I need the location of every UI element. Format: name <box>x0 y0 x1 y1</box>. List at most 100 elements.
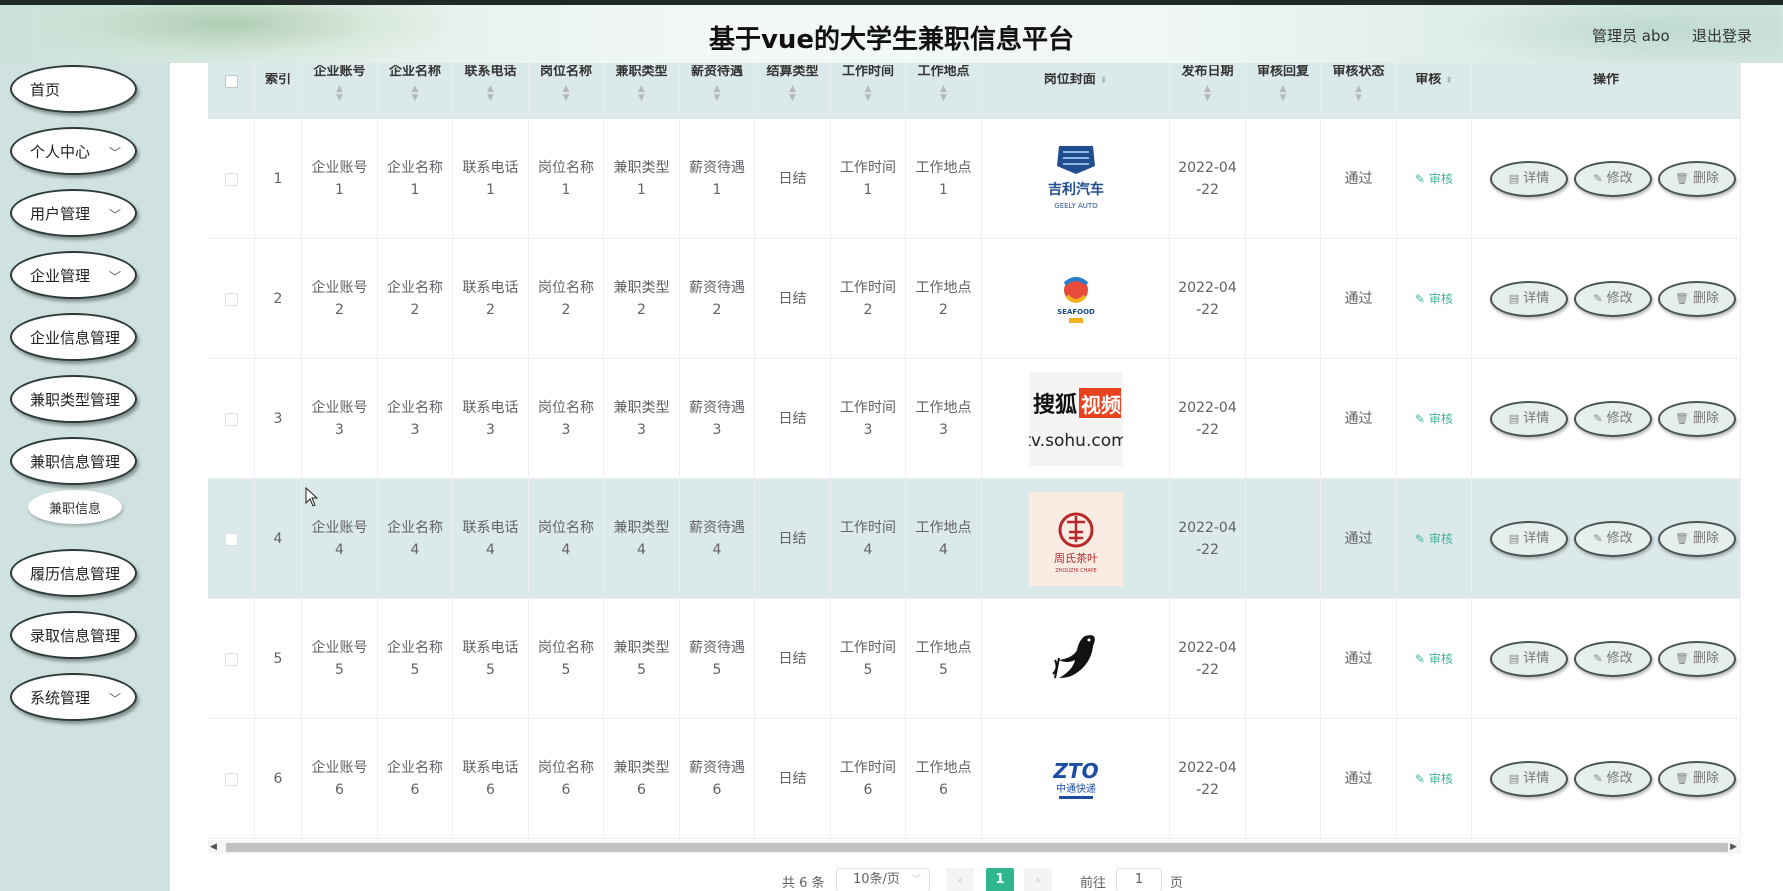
table-row[interactable]: 4 企业账号 4 企业名称 4 联系电话 4 岗位名称 4 兼职类型 4 薪资待遇 4 日结 工作时间 4 工作… <box>208 479 1741 599</box>
sort-icon[interactable]: ⬍ <box>1445 77 1453 86</box>
row-checkbox[interactable] <box>224 772 238 786</box>
detail-button[interactable]: ▤ 详情 <box>1490 761 1568 797</box>
edit-button[interactable]: ✎ 修改 <box>1574 161 1652 197</box>
audit-link[interactable]: ✎ 审核 <box>1415 768 1453 790</box>
column-header-type[interactable]: 兼职类型 ▲ ▼ <box>604 63 680 119</box>
column-header-phone[interactable]: 联系电话 ▲ ▼ <box>453 63 529 119</box>
delete-button[interactable]: 🗑 删除 <box>1658 521 1736 557</box>
sort-icon[interactable]: ▲ ▼ <box>755 85 830 103</box>
delete-button[interactable]: 🗑 删除 <box>1658 281 1736 317</box>
detail-button[interactable]: ▤ 详情 <box>1490 161 1568 197</box>
column-header-index[interactable]: 索引 <box>255 63 302 119</box>
cell-line: 5 <box>410 662 420 678</box>
table-row[interactable]: 6 企业账号 6 企业名称 6 联系电话 6 岗位名称 6 兼职类型 6 薪资待遇 6 日结 工作时间 6 工作… <box>208 719 1741 839</box>
audit-link[interactable]: ✎ 审核 <box>1415 528 1453 550</box>
cell-company: 企业名称 6 <box>378 719 453 839</box>
column-header-account[interactable]: 企业账号 ▲ ▼ <box>302 63 378 119</box>
sidebar-item-5[interactable]: 兼职类型管理 <box>10 375 137 423</box>
edit-button[interactable]: ✎ 修改 <box>1574 401 1652 437</box>
column-header-position[interactable]: 岗位名称 ▲ ▼ <box>529 63 604 119</box>
delete-button[interactable]: 🗑 删除 <box>1658 401 1736 437</box>
column-header-reply[interactable]: 审核回复 ▲ ▼ <box>1246 63 1321 119</box>
sort-icon[interactable]: ▲ ▼ <box>1170 85 1245 103</box>
cell-line: 5 <box>637 662 646 678</box>
sort-icon[interactable]: ▲ ▼ <box>302 85 377 103</box>
sort-icon[interactable]: ▲ ▼ <box>1321 85 1396 103</box>
row-checkbox[interactable] <box>224 412 238 426</box>
edit-button[interactable]: ✎ 修改 <box>1574 761 1652 797</box>
delete-button[interactable]: 🗑 删除 <box>1658 161 1736 197</box>
sidebar-item-3[interactable]: 企业管理 ﹀ <box>10 251 137 299</box>
sort-icon[interactable]: ▲ ▼ <box>378 85 452 103</box>
sidebar-item-9[interactable]: 系统管理 ﹀ <box>10 673 137 721</box>
detail-button[interactable]: ▤ 详情 <box>1490 641 1568 677</box>
sort-icon[interactable]: ▲ ▼ <box>906 85 981 103</box>
prev-page-button[interactable]: ‹ <box>946 868 974 891</box>
table-row[interactable]: 5 企业账号 5 企业名称 5 联系电话 5 岗位名称 5 兼职类型 5 薪资待遇 5 日结 工作时间 5 工作… <box>208 599 1741 719</box>
audit-link[interactable]: ✎ 审核 <box>1415 288 1453 310</box>
column-header-status[interactable]: 审核状态 ▲ ▼ <box>1321 63 1397 119</box>
delete-button[interactable]: 🗑 删除 <box>1658 761 1736 797</box>
edit-button[interactable]: ✎ 修改 <box>1574 521 1652 557</box>
detail-button[interactable]: ▤ 详情 <box>1490 401 1568 437</box>
detail-button[interactable]: ▤ 详情 <box>1490 521 1568 557</box>
sidebar-subitem-parttime-info[interactable]: 兼职信息 <box>28 490 122 524</box>
sidebar-item-7[interactable]: 履历信息管理 <box>10 549 137 597</box>
sidebar-item-2[interactable]: 用户管理 ﹀ <box>10 189 137 237</box>
current-page-button[interactable]: 1 <box>986 868 1014 891</box>
audit-link[interactable]: ✎ 审核 <box>1415 408 1453 430</box>
column-header-place[interactable]: 工作地点 ▲ ▼ <box>906 63 982 119</box>
horizontal-scrollbar[interactable]: ◀ ▶ <box>208 840 1741 854</box>
scroll-left-icon[interactable]: ◀ <box>210 840 217 854</box>
column-header-ops[interactable]: 操作 <box>1472 63 1741 119</box>
cell-phone: 联系电话 5 <box>453 599 529 719</box>
sort-icon[interactable]: ▲ ▼ <box>604 85 679 103</box>
sidebar-item-6[interactable]: 兼职信息管理 <box>10 437 137 485</box>
cell-text: 工作地点 3 <box>916 397 972 441</box>
cell-salary: 薪资待遇 4 <box>680 479 755 599</box>
scroll-right-icon[interactable]: ▶ <box>1730 840 1737 854</box>
sort-icon[interactable]: ⬍ <box>1100 77 1108 86</box>
sidebar-item-1[interactable]: 个人中心 ﹀ <box>10 127 137 175</box>
edit-button[interactable]: ✎ 修改 <box>1574 281 1652 317</box>
edit-button[interactable]: ✎ 修改 <box>1574 641 1652 677</box>
column-header-cover[interactable]: 岗位封面 ⬍ <box>982 63 1170 119</box>
row-checkbox[interactable] <box>224 172 238 186</box>
column-header-company[interactable]: 企业名称 ▲ ▼ <box>378 63 453 119</box>
sort-icon[interactable]: ▲ ▼ <box>1246 85 1320 103</box>
goto-page-input[interactable]: 1 <box>1116 868 1162 891</box>
delete-label: 删除 <box>1692 171 1719 186</box>
sort-icon[interactable]: ▲ ▼ <box>680 85 754 103</box>
detail-button[interactable]: ▤ 详情 <box>1490 281 1568 317</box>
cell-line: 3 <box>410 422 420 438</box>
audit-link[interactable]: ✎ 审核 <box>1415 168 1453 190</box>
select-all-checkbox[interactable] <box>225 75 238 88</box>
row-checkbox[interactable] <box>224 652 238 666</box>
row-checkbox[interactable] <box>224 532 238 546</box>
cell-line: 工作地点 <box>915 280 972 296</box>
row-checkbox[interactable] <box>224 292 238 306</box>
page-size-select[interactable]: 10条/页 ﹀ <box>836 868 930 891</box>
column-header-settle[interactable]: 结算类型 ▲ ▼ <box>755 63 831 119</box>
sidebar-item-8[interactable]: 录取信息管理 <box>10 611 137 659</box>
table-row[interactable]: 1 企业账号 1 企业名称 1 联系电话 1 岗位名称 1 兼职类型 1 薪资待遇 1 日结 工作时间 1 工作… <box>208 119 1741 239</box>
delete-button[interactable]: 🗑 删除 <box>1658 641 1736 677</box>
sort-icon[interactable]: ▲ ▼ <box>453 85 528 103</box>
sidebar-item-4[interactable]: 企业信息管理 <box>10 313 137 361</box>
column-header-date[interactable]: 发布日期 ▲ ▼ <box>1170 63 1246 119</box>
column-header-salary[interactable]: 薪资待遇 ▲ ▼ <box>680 63 755 119</box>
logout-link[interactable]: 退出登录 <box>1692 25 1752 46</box>
sidebar-item-label: 兼职类型管理 <box>30 390 121 409</box>
scrollbar-thumb[interactable] <box>226 843 1728 852</box>
sort-icon[interactable]: ▲ ▼ <box>529 85 603 103</box>
column-header-audit[interactable]: 审核 ⬍ <box>1397 63 1472 119</box>
next-page-button[interactable]: › <box>1024 868 1052 891</box>
sort-icon[interactable]: ▲ ▼ <box>831 85 905 103</box>
sidebar-item-label: 首页 <box>30 80 61 99</box>
sidebar-item-0[interactable]: 首页 <box>10 65 137 113</box>
table-row[interactable]: 2 企业账号 2 企业名称 2 联系电话 2 岗位名称 2 兼职类型 2 薪资待遇 2 日结 工作时间 2 工作… <box>208 239 1741 359</box>
audit-link[interactable]: ✎ 审核 <box>1415 648 1453 670</box>
cell-text: 兼职类型 5 <box>614 637 670 681</box>
table-row[interactable]: 3 企业账号 3 企业名称 3 联系电话 3 岗位名称 3 兼职类型 3 薪资待遇 3 日结 工作时间 3 工作… <box>208 359 1741 479</box>
column-header-worktime[interactable]: 工作时间 ▲ ▼ <box>831 63 906 119</box>
